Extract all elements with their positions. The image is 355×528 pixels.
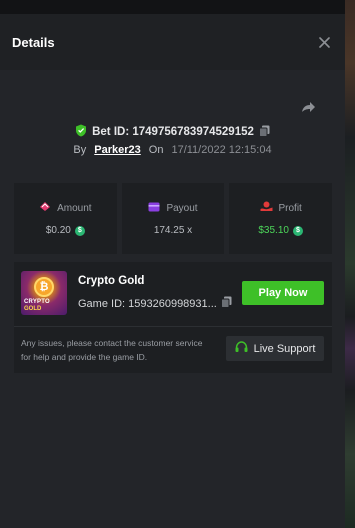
bet-datetime: 17/11/2022 12:15:04 bbox=[171, 144, 272, 156]
verified-shield-icon bbox=[75, 124, 87, 140]
thumbnail-title-line1: CRYPTO bbox=[24, 299, 50, 305]
stat-label: Profit bbox=[278, 202, 302, 214]
stat-label: Payout bbox=[166, 202, 198, 214]
support-notice: Any issues, please contact the customer … bbox=[21, 338, 203, 362]
copy-icon[interactable] bbox=[258, 125, 270, 140]
bet-meta-row: By Parker23 On 17/11/2022 12:15:04 bbox=[0, 144, 345, 156]
modal-header: Details bbox=[0, 14, 345, 70]
coin-icon: $ bbox=[292, 225, 303, 236]
close-icon[interactable] bbox=[317, 35, 331, 49]
stat-payout: Payout 174.25 x bbox=[121, 183, 225, 254]
thumbnail-title-line2: GOLD bbox=[24, 306, 42, 312]
stat-profit: Profit $35.10 $ bbox=[229, 183, 333, 254]
details-modal: Details Bet ID: 1749756783974529152 By P… bbox=[0, 14, 345, 528]
card-divider bbox=[14, 326, 332, 327]
amount-icon bbox=[39, 201, 51, 215]
on-label: On bbox=[148, 144, 164, 156]
bet-stats: Amount $0.20 $ Payout 174.25 x Profit $3… bbox=[14, 183, 333, 254]
bet-id-row: Bet ID: 1749756783974529152 bbox=[0, 124, 345, 140]
live-support-label: Live Support bbox=[253, 342, 316, 355]
modal-title: Details bbox=[12, 34, 55, 50]
play-now-button[interactable]: Play Now bbox=[242, 281, 324, 305]
share-icon[interactable] bbox=[299, 98, 317, 116]
stat-value: $35.10 bbox=[258, 225, 289, 236]
game-thumbnail[interactable]: ₿ CRYPTO GOLD bbox=[21, 271, 67, 315]
stat-amount: Amount $0.20 $ bbox=[14, 183, 117, 254]
page-top-bar bbox=[0, 0, 355, 14]
coin-icon: $ bbox=[74, 225, 85, 236]
game-id-row: Game ID: 1593260998931... bbox=[78, 296, 232, 311]
headset-icon bbox=[235, 341, 248, 356]
copy-icon[interactable] bbox=[220, 296, 232, 311]
username-link[interactable]: Parker23 bbox=[94, 144, 141, 156]
live-support-button[interactable]: Live Support bbox=[226, 336, 324, 361]
game-name: Crypto Gold bbox=[78, 275, 145, 287]
stat-value: $0.20 bbox=[45, 225, 71, 236]
by-label: By bbox=[73, 144, 87, 156]
stat-value: 174.25 x bbox=[153, 224, 193, 236]
wallet-icon bbox=[148, 202, 160, 215]
profit-icon bbox=[260, 201, 273, 215]
bitcoin-icon: ₿ bbox=[34, 277, 54, 297]
background-page-strip bbox=[345, 0, 355, 528]
game-card: ₿ CRYPTO GOLD Crypto Gold Game ID: 15932… bbox=[14, 262, 332, 373]
bet-id: Bet ID: 1749756783974529152 bbox=[92, 126, 254, 138]
stat-label: Amount bbox=[57, 202, 92, 214]
game-id: Game ID: 1593260998931... bbox=[78, 297, 217, 310]
